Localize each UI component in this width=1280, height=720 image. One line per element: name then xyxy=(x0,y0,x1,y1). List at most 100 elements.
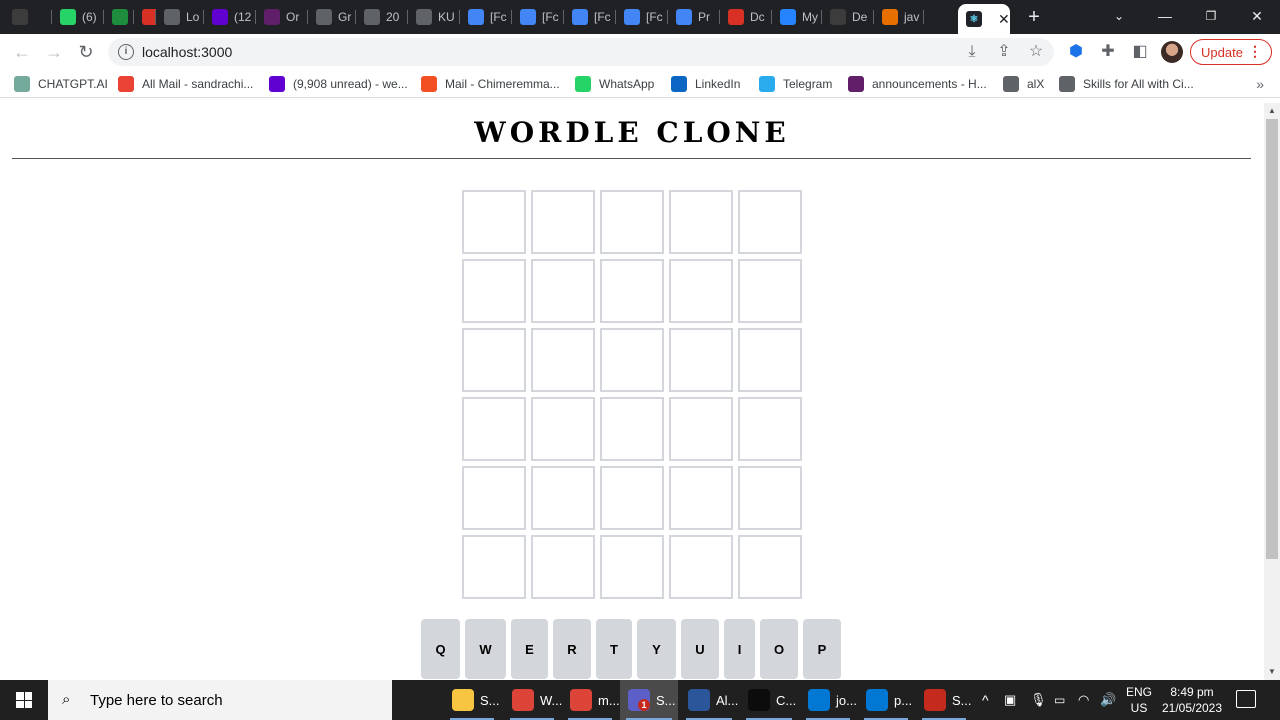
taskbar-app-8[interactable]: p... xyxy=(858,680,914,720)
letter-tile xyxy=(738,328,802,392)
update-button[interactable]: Update ⋮ xyxy=(1190,39,1272,65)
system-clock[interactable]: 8:49 pm 21/05/2023 xyxy=(1160,684,1224,716)
new-tab-button[interactable]: + xyxy=(1024,6,1044,28)
taskbar-app-5[interactable]: Al... xyxy=(680,680,738,720)
tab-13[interactable]: [Fc xyxy=(616,4,668,30)
bookmark-item[interactable]: alX xyxy=(1003,76,1044,92)
key-r[interactable]: R xyxy=(553,619,591,679)
more-bookmarks-icon[interactable]: » xyxy=(1256,76,1264,92)
taskbar-app-3[interactable]: m... xyxy=(562,680,620,720)
taskbar-app-9[interactable]: S... xyxy=(916,680,972,720)
battery-icon[interactable]: ▭ xyxy=(1054,680,1065,720)
close-tab-icon[interactable]: ✕ xyxy=(998,11,1010,28)
bookmark-item[interactable]: (9,908 unread) - we... xyxy=(269,76,408,92)
key-o[interactable]: O xyxy=(760,619,798,679)
title-divider xyxy=(12,158,1251,159)
extensions-puzzle-icon[interactable]: ✚ xyxy=(1098,42,1118,62)
tab-3[interactable] xyxy=(134,4,156,30)
bookmark-star-icon[interactable]: ☆ xyxy=(1026,42,1046,62)
page-scrollbar[interactable]: ▲ ▼ xyxy=(1264,103,1280,680)
tab-12[interactable]: [Fc xyxy=(564,4,616,30)
side-panel-icon[interactable]: ◧ xyxy=(1130,42,1150,62)
key-t[interactable]: T xyxy=(596,619,632,679)
tab-search-icon[interactable]: ⌄ xyxy=(1096,0,1142,34)
tab-7[interactable]: Gr xyxy=(308,4,356,30)
back-button[interactable]: ← xyxy=(10,40,34,64)
letter-tile xyxy=(531,397,595,461)
chatgpt-icon xyxy=(12,9,28,25)
tab-9[interactable]: KU xyxy=(408,4,460,30)
page-title: WORDLE CLONE xyxy=(474,116,790,149)
bookmark-item[interactable]: WhatsApp xyxy=(575,76,654,92)
share-icon[interactable]: ⇪ xyxy=(994,42,1014,62)
taskbar-search[interactable]: ⌕ Type here to search xyxy=(48,680,392,720)
loading-icon xyxy=(416,9,432,25)
taskbar-app-2[interactable]: W... xyxy=(504,680,562,720)
site-info-icon[interactable]: i xyxy=(118,44,134,60)
google-docs-icon xyxy=(572,9,588,25)
tab-2[interactable] xyxy=(104,4,134,30)
bookmark-item[interactable]: announcements - H... xyxy=(848,76,987,92)
tab-14[interactable]: Pr xyxy=(668,4,720,30)
tab-6[interactable]: Or xyxy=(256,4,308,30)
letter-tile xyxy=(669,535,733,599)
key-e[interactable]: E xyxy=(511,619,548,679)
taskbar-app-1[interactable]: S... xyxy=(444,680,500,720)
tray-app-icon[interactable]: ▣ xyxy=(1004,680,1016,720)
tab-11[interactable]: [Fc xyxy=(512,4,564,30)
scroll-down-icon[interactable]: ▼ xyxy=(1268,668,1276,676)
windows-taskbar: ⌕ Type here to search S... W... m... 1 S... A… xyxy=(0,680,1280,720)
bookmark-item[interactable]: All Mail - sandrachi... xyxy=(118,76,253,92)
microphone-icon[interactable]: 🎙 xyxy=(1030,680,1047,720)
taskbar-app-4[interactable]: 1 S... xyxy=(620,680,678,720)
extension-shield-icon[interactable]: ⬢ xyxy=(1066,42,1086,62)
tab-4[interactable]: Lo xyxy=(156,4,204,30)
taskbar-app-label: m... xyxy=(598,692,620,708)
install-icon[interactable]: ⤓ xyxy=(962,42,982,62)
key-i[interactable]: I xyxy=(724,619,755,679)
minimize-button[interactable]: — xyxy=(1142,0,1188,34)
bookmark-item[interactable]: LinkedIn xyxy=(671,76,740,92)
scroll-thumb[interactable] xyxy=(1266,119,1278,559)
show-hidden-icons[interactable]: ^ xyxy=(982,680,989,720)
bookmark-item[interactable]: Skills for All with Ci... xyxy=(1059,76,1194,92)
key-w[interactable]: W xyxy=(465,619,506,679)
taskbar-app-0[interactable] xyxy=(400,680,436,720)
key-q[interactable]: Q xyxy=(421,619,460,679)
forward-button[interactable]: → xyxy=(42,40,66,64)
letter-tile xyxy=(600,328,664,392)
start-button[interactable] xyxy=(0,680,48,720)
taskbar-app-6[interactable]: C... xyxy=(740,680,798,720)
tab-5[interactable]: (12 xyxy=(204,4,256,30)
notifications-icon[interactable] xyxy=(1236,690,1256,708)
tab-separator xyxy=(923,10,924,24)
tab-17[interactable]: De xyxy=(822,4,874,30)
tab-0[interactable] xyxy=(4,4,52,30)
key-y[interactable]: Y xyxy=(637,619,676,679)
tab-18[interactable]: jav xyxy=(874,4,924,30)
bookmark-item[interactable]: Mail - Chimeremma... xyxy=(421,76,560,92)
restore-button[interactable]: ❐ xyxy=(1188,0,1234,34)
taskbar-app-7[interactable]: jo... xyxy=(800,680,857,720)
bookmark-item[interactable]: Telegram xyxy=(759,76,832,92)
language-indicator[interactable]: ENG US xyxy=(1124,684,1154,716)
letter-tile xyxy=(669,190,733,254)
tab-15[interactable]: Dc xyxy=(720,4,772,30)
tab-1[interactable]: (6) xyxy=(52,4,104,30)
tab-10[interactable]: [Fc xyxy=(460,4,512,30)
vscode-icon xyxy=(866,689,888,711)
wifi-icon[interactable]: ◠ xyxy=(1078,680,1089,720)
tab-active[interactable]: ⚛ ✕ xyxy=(958,4,1010,34)
tab-16[interactable]: My xyxy=(772,4,822,30)
tab-8[interactable]: 20 xyxy=(356,4,408,30)
close-window-button[interactable]: ✕ xyxy=(1234,0,1280,34)
tab-label: 20 xyxy=(386,10,400,24)
reload-button[interactable]: ↻ xyxy=(74,40,98,64)
profile-avatar[interactable] xyxy=(1161,41,1183,63)
bookmark-item[interactable]: CHATGPT.AI xyxy=(14,76,108,92)
key-p[interactable]: P xyxy=(803,619,841,679)
scroll-up-icon[interactable]: ▲ xyxy=(1268,107,1276,115)
key-u[interactable]: U xyxy=(681,619,719,679)
address-bar[interactable]: i localhost:3000 xyxy=(108,38,1054,66)
volume-icon[interactable]: 🔊 xyxy=(1100,680,1116,720)
